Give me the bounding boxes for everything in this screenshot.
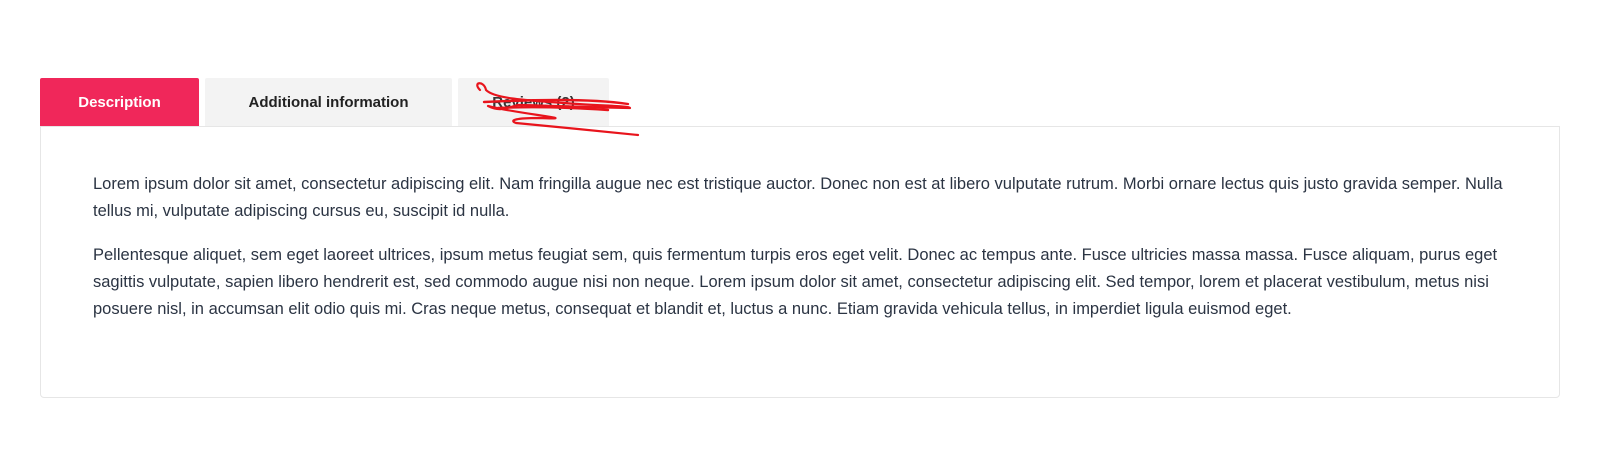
tab-reviews[interactable]: Reviews (2) (458, 78, 640, 137)
description-paragraph: Lorem ipsum dolor sit amet, consectetur … (93, 175, 1503, 220)
description-paragraph: Pellentesque aliquet, sem eget laoreet u… (93, 246, 1498, 318)
tab-description[interactable]: Description (40, 78, 199, 126)
tab-description-label: Description (78, 93, 161, 111)
tab-panel-description: Lorem ipsum dolor sit amet, consectetur … (40, 126, 1560, 398)
tab-reviews-label: Reviews (2) (492, 93, 575, 111)
tab-bar: Description Additional information Revie… (40, 78, 1560, 137)
tab-additional-information[interactable]: Additional information (205, 78, 452, 126)
tab-additional-information-label: Additional information (248, 93, 409, 111)
product-tabs: Description Additional information Revie… (40, 78, 1560, 398)
